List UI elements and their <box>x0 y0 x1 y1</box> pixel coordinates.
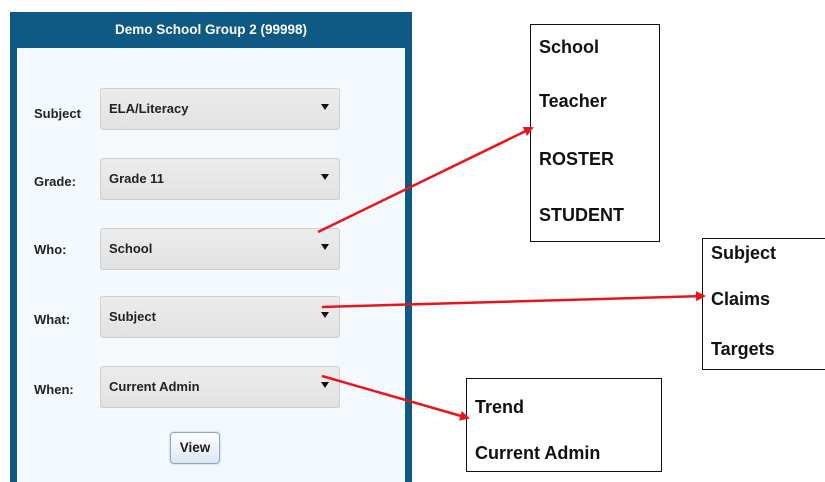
what-arrow <box>321 291 706 309</box>
when-arrow <box>321 374 470 421</box>
who-arrow <box>317 126 534 234</box>
annotation-arrows <box>317 126 706 421</box>
